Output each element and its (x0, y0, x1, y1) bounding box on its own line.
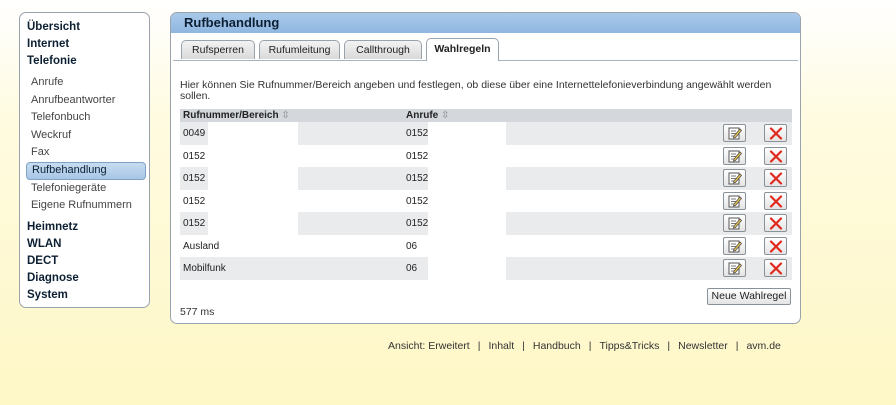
edit-button[interactable] (723, 259, 746, 277)
separator: | (735, 340, 739, 352)
redaction-box (428, 212, 506, 235)
rules-table: Rufnummer/Bereich ⇳ Anrufe ⇳ 0049 0152 015… (180, 109, 792, 280)
footer-links: Ansicht: Erweitert | Inhalt | Handbuch | Tipps… (388, 340, 781, 352)
redaction-box (428, 234, 506, 257)
edit-button[interactable] (723, 146, 746, 165)
redaction-box (428, 189, 506, 212)
footer-newsletter-link[interactable]: Newsletter (678, 340, 728, 352)
table-header: Rufnummer/Bereich ⇳ Anrufe ⇳ (180, 109, 792, 122)
page-title: Rufbehandlung (171, 13, 800, 33)
cell-calls: 0152 (406, 218, 429, 229)
header-anrufe[interactable]: Anrufe ⇳ (406, 109, 449, 122)
edit-button[interactable] (723, 191, 746, 210)
footer-view-link[interactable]: Ansicht: Erweitert (388, 340, 470, 352)
delete-button[interactable] (764, 124, 787, 142)
redaction-box (208, 144, 298, 167)
cell-range: 0152 (183, 218, 206, 229)
redaction-box (428, 167, 506, 190)
sidebar-item-telefoniegeraete[interactable]: Telefoniegeräte (31, 180, 149, 198)
cell-calls: 0152 (406, 128, 429, 139)
table-row: 0049 0152 (180, 122, 792, 145)
sidebar-item-telefonie[interactable]: Telefonie (27, 53, 149, 70)
header-rufnummer-label: Rufnummer/Bereich (183, 110, 279, 121)
footer-content-link[interactable]: Inhalt (488, 340, 514, 352)
sidebar-item-anrufbeantworter[interactable]: Anrufbeantworter (31, 92, 149, 110)
edit-button[interactable] (723, 236, 746, 255)
sidebar-menu: Übersicht Internet Telefonie Anrufe Anru… (19, 12, 150, 308)
sidebar-item-rufbehandlung[interactable]: Rufbehandlung (26, 161, 146, 180)
sort-icon: ⇳ (281, 110, 290, 121)
sidebar-item-anrufe[interactable]: Anrufe (31, 74, 149, 92)
tab-rufsperren[interactable]: Rufsperren (181, 40, 255, 59)
header-anrufe-label: Anrufe (406, 110, 439, 121)
tab-rufumleitung[interactable]: Rufumleitung (259, 40, 340, 59)
delete-button[interactable] (764, 191, 787, 210)
tab-wahlregeln[interactable]: Wahlregeln (426, 38, 499, 61)
table-row: 0152 0152 (180, 189, 792, 212)
redaction-box (428, 144, 506, 167)
table-row: Ausland 06 (180, 234, 792, 257)
cell-calls: 06 (406, 240, 418, 252)
footer-tips-link[interactable]: Tipps&Tricks (599, 340, 659, 352)
footer-site-link[interactable]: avm.de (746, 340, 780, 352)
delete-button[interactable] (764, 236, 787, 255)
edit-button[interactable] (723, 124, 746, 142)
cell-range: 0049 (183, 128, 206, 139)
cell-calls: 06 (406, 263, 418, 274)
separator: | (667, 340, 671, 352)
separator: | (477, 340, 481, 352)
sidebar-item-wlan[interactable]: WLAN (27, 236, 149, 253)
redaction-box (428, 257, 506, 280)
footer-manual-link[interactable]: Handbuch (533, 340, 581, 352)
redaction-box (208, 122, 298, 145)
description-text: Hier können Sie Rufnummer/Bereich angebe… (180, 79, 772, 102)
sidebar-item-system[interactable]: System (27, 287, 149, 304)
separator: | (522, 340, 525, 352)
sidebar-item-heimnetz[interactable]: Heimnetz (27, 219, 149, 236)
table-row: 0152 0152 (180, 167, 792, 190)
sidebar-item-fax[interactable]: Fax (31, 144, 149, 162)
delete-button[interactable] (764, 146, 787, 165)
sidebar-item-overview[interactable]: Übersicht (27, 19, 149, 36)
new-rule-button[interactable]: Neue Wahlregel (707, 288, 791, 305)
cell-range: 0152 (183, 195, 206, 207)
sidebar-item-eigene-rufnummern[interactable]: Eigene Rufnummern (31, 197, 149, 215)
sidebar-item-internet[interactable]: Internet (27, 36, 149, 53)
tab-bar: Rufsperren Rufumleitung Callthrough Wahl… (173, 33, 798, 61)
redaction-box (208, 212, 298, 235)
delete-button[interactable] (764, 259, 787, 277)
separator: | (588, 340, 592, 352)
table-row: Mobilfunk 06 (180, 257, 792, 280)
sidebar-item-telefonbuch[interactable]: Telefonbuch (31, 109, 149, 127)
redaction-box (428, 122, 506, 145)
cell-calls: 0152 (406, 173, 429, 184)
sort-icon: ⇳ (441, 110, 450, 121)
table-body: 0049 0152 0152 0152 0152 0152 0152 0152 0152 0152… (180, 122, 792, 280)
timing-text: 577 ms (180, 306, 215, 318)
cell-range: Mobilfunk (183, 263, 226, 274)
cell-range: Ausland (183, 240, 220, 252)
sidebar-item-weckruf[interactable]: Weckruf (31, 127, 149, 145)
cell-range: 0152 (183, 150, 206, 162)
edit-button[interactable] (723, 169, 746, 187)
redaction-box (208, 189, 298, 212)
table-row: 0152 0152 (180, 212, 792, 235)
table-row: 0152 0152 (180, 144, 792, 167)
main-panel: Rufbehandlung Rufsperren Rufumleitung Ca… (170, 12, 801, 324)
cell-calls: 0152 (406, 150, 429, 162)
edit-button[interactable] (723, 214, 746, 232)
header-rufnummer[interactable]: Rufnummer/Bereich ⇳ (183, 109, 290, 122)
sidebar-item-diagnose[interactable]: Diagnose (27, 270, 149, 287)
tab-callthrough[interactable]: Callthrough (344, 40, 422, 59)
sidebar-item-dect[interactable]: DECT (27, 253, 149, 270)
cell-calls: 0152 (406, 195, 429, 207)
redaction-box (208, 167, 298, 190)
delete-button[interactable] (764, 169, 787, 187)
cell-range: 0152 (183, 173, 206, 184)
delete-button[interactable] (764, 214, 787, 232)
